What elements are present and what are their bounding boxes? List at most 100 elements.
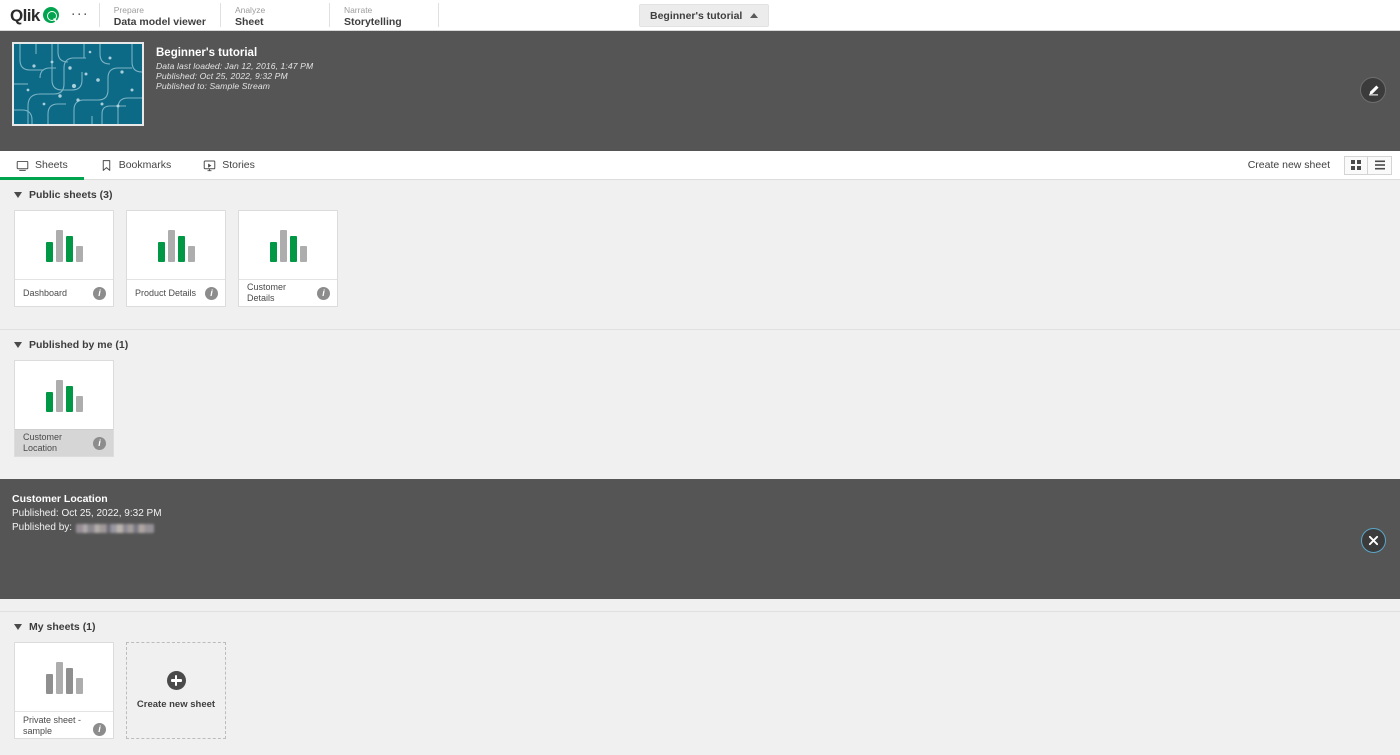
nav-kicker-analyze: Analyze bbox=[234, 4, 266, 15]
qlik-logo[interactable]: Qlik bbox=[0, 0, 67, 30]
collapse-triangle-icon[interactable] bbox=[14, 624, 22, 630]
nav-item-data-model-viewer[interactable]: Prepare Data model viewer bbox=[100, 0, 220, 30]
sheet-card-customer-details[interactable]: Customer Details i bbox=[238, 210, 338, 307]
close-detail-panel-button[interactable] bbox=[1361, 528, 1386, 553]
sheet-name: Private sheet - sample bbox=[23, 715, 82, 736]
nav-kicker-prepare: Prepare bbox=[113, 4, 144, 15]
tab-bookmarks[interactable]: Bookmarks bbox=[84, 151, 188, 179]
app-metadata: Beginner's tutorial Data last loaded: Ja… bbox=[156, 42, 313, 91]
bar-chart-placeholder-icon bbox=[45, 228, 83, 262]
tab-sheets[interactable]: Sheets bbox=[0, 151, 84, 180]
info-icon[interactable]: i bbox=[93, 723, 106, 736]
bar-chart-placeholder-icon bbox=[269, 228, 307, 262]
edit-app-button[interactable] bbox=[1360, 77, 1386, 103]
story-icon bbox=[203, 160, 216, 171]
bar-chart-placeholder-icon bbox=[45, 378, 83, 412]
app-thumbnail-pattern-icon bbox=[14, 44, 142, 124]
sheet-icon bbox=[16, 160, 29, 171]
app-thumbnail[interactable] bbox=[12, 42, 144, 126]
sheet-thumbnail bbox=[15, 211, 113, 279]
sheets-content: Public sheets (3) Dashboard i Product De… bbox=[0, 180, 1400, 479]
sheet-thumbnail bbox=[15, 643, 113, 711]
card-grid-my-sheets: Private sheet - sample i Create new shee… bbox=[14, 642, 1400, 739]
detail-panel-published-by-label: Published by: bbox=[12, 522, 73, 533]
app-switcher-button[interactable]: Beginner's tutorial bbox=[639, 4, 770, 27]
app-title: Beginner's tutorial bbox=[156, 47, 258, 59]
redacted-username bbox=[76, 523, 155, 533]
sheet-card-footer: Product Details i bbox=[127, 279, 225, 306]
section-published-by-me: Published by me (1) Customer Location i bbox=[0, 330, 1400, 457]
collapse-triangle-icon[interactable] bbox=[14, 342, 22, 348]
overflow-menu-icon[interactable]: ··· bbox=[67, 0, 99, 30]
list-view-button[interactable] bbox=[1368, 155, 1392, 175]
card-grid-published-by-me: Customer Location i bbox=[14, 360, 1400, 457]
sheet-card-product-details[interactable]: Product Details i bbox=[126, 210, 226, 307]
sheet-detail-panel: Customer Location Published: Oct 25, 202… bbox=[0, 479, 1400, 599]
sheet-thumbnail bbox=[15, 361, 113, 429]
tab-label-bookmarks: Bookmarks bbox=[118, 159, 172, 171]
nav-divider bbox=[437, 3, 439, 27]
bar-chart-placeholder-icon bbox=[45, 660, 83, 694]
sheet-card-footer: Customer Location i bbox=[15, 429, 113, 456]
sheet-name: Product Details bbox=[135, 287, 197, 298]
app-published-date: Published: Oct 25, 2022, 9:32 PM bbox=[156, 71, 288, 81]
create-new-sheet-card[interactable]: Create new sheet bbox=[126, 642, 226, 739]
tab-label-sheets: Sheets bbox=[35, 159, 68, 171]
detail-panel-title: Customer Location bbox=[12, 493, 108, 505]
section-title-published-by-me: Published by me (1) bbox=[29, 339, 129, 351]
nav-item-storytelling[interactable]: Narrate Storytelling bbox=[330, 0, 438, 30]
detail-panel-published: Published: Oct 25, 2022, 9:32 PM bbox=[12, 508, 162, 519]
sheet-card-private-sheet-sample[interactable]: Private sheet - sample i bbox=[14, 642, 114, 739]
sheet-card-dashboard[interactable]: Dashboard i bbox=[14, 210, 114, 307]
section-header-my-sheets[interactable]: My sheets (1) bbox=[14, 612, 1400, 642]
info-icon[interactable]: i bbox=[205, 286, 218, 300]
grid-view-button[interactable] bbox=[1344, 155, 1368, 175]
sheet-card-footer: Dashboard i bbox=[15, 279, 113, 306]
nav-label-data-model-viewer: Data model viewer bbox=[113, 15, 206, 28]
app-data-last-loaded: Data last loaded: Jan 12, 2016, 1:47 PM bbox=[156, 61, 314, 71]
qlik-logo-text: Qlik bbox=[10, 5, 40, 25]
app-header: Beginner's tutorial Data last loaded: Ja… bbox=[0, 31, 1400, 151]
close-icon bbox=[1368, 535, 1379, 546]
tab-stories[interactable]: Stories bbox=[187, 151, 271, 179]
detail-panel-published-by: Published by: bbox=[12, 521, 1400, 535]
section-header-public-sheets[interactable]: Public sheets (3) bbox=[14, 180, 1400, 210]
app-published-to: Published to: Sample Stream bbox=[156, 81, 270, 91]
card-grid-public-sheets: Dashboard i Product Details i Customer D… bbox=[14, 210, 1400, 307]
section-public-sheets: Public sheets (3) Dashboard i Product De… bbox=[0, 180, 1400, 307]
sheet-card-footer: Private sheet - sample i bbox=[15, 711, 113, 738]
nav-kicker-narrate: Narrate bbox=[343, 4, 373, 15]
list-view-icon bbox=[1374, 160, 1385, 170]
qlik-logo-mark-icon bbox=[42, 7, 59, 23]
bar-chart-placeholder-icon bbox=[157, 228, 195, 262]
sheet-card-footer: Customer Details i bbox=[239, 279, 337, 306]
content-tab-strip: Sheets Bookmarks Stories Create new shee… bbox=[0, 151, 1400, 180]
tab-strip-actions: Create new sheet bbox=[1234, 151, 1400, 179]
section-header-published-by-me[interactable]: Published by me (1) bbox=[14, 330, 1400, 360]
sheet-name: Dashboard bbox=[23, 287, 68, 298]
top-navigation-bar: Qlik ··· Prepare Data model viewer Analy… bbox=[0, 0, 1400, 31]
my-sheets-content: My sheets (1) Private sheet - sample i C… bbox=[0, 599, 1400, 739]
sheet-thumbnail bbox=[239, 211, 337, 279]
info-icon[interactable]: i bbox=[93, 286, 106, 300]
app-switcher-label: Beginner's tutorial bbox=[650, 9, 743, 22]
qlik-sense-app-overview: Qlik ··· Prepare Data model viewer Analy… bbox=[0, 0, 1400, 755]
nav-item-sheet[interactable]: Analyze Sheet bbox=[221, 0, 329, 30]
pencil-icon bbox=[1368, 84, 1379, 95]
chevron-up-icon bbox=[750, 13, 759, 18]
sheet-thumbnail bbox=[127, 211, 225, 279]
section-title-public-sheets: Public sheets (3) bbox=[29, 189, 113, 201]
collapse-triangle-icon[interactable] bbox=[14, 192, 22, 198]
nav-label-sheet: Sheet bbox=[234, 15, 264, 28]
bookmark-icon bbox=[102, 159, 110, 171]
info-icon[interactable]: i bbox=[317, 286, 330, 300]
create-new-sheet-link[interactable]: Create new sheet bbox=[1234, 159, 1344, 171]
sheet-name: Customer Location bbox=[23, 432, 63, 453]
nav-label-storytelling: Storytelling bbox=[343, 15, 402, 28]
sheet-name: Customer Details bbox=[247, 282, 287, 303]
grid-view-icon bbox=[1351, 160, 1361, 170]
info-icon[interactable]: i bbox=[93, 436, 106, 450]
section-title-my-sheets: My sheets (1) bbox=[29, 621, 96, 633]
sheet-card-customer-location[interactable]: Customer Location i bbox=[14, 360, 114, 457]
section-my-sheets: My sheets (1) Private sheet - sample i C… bbox=[0, 612, 1400, 739]
